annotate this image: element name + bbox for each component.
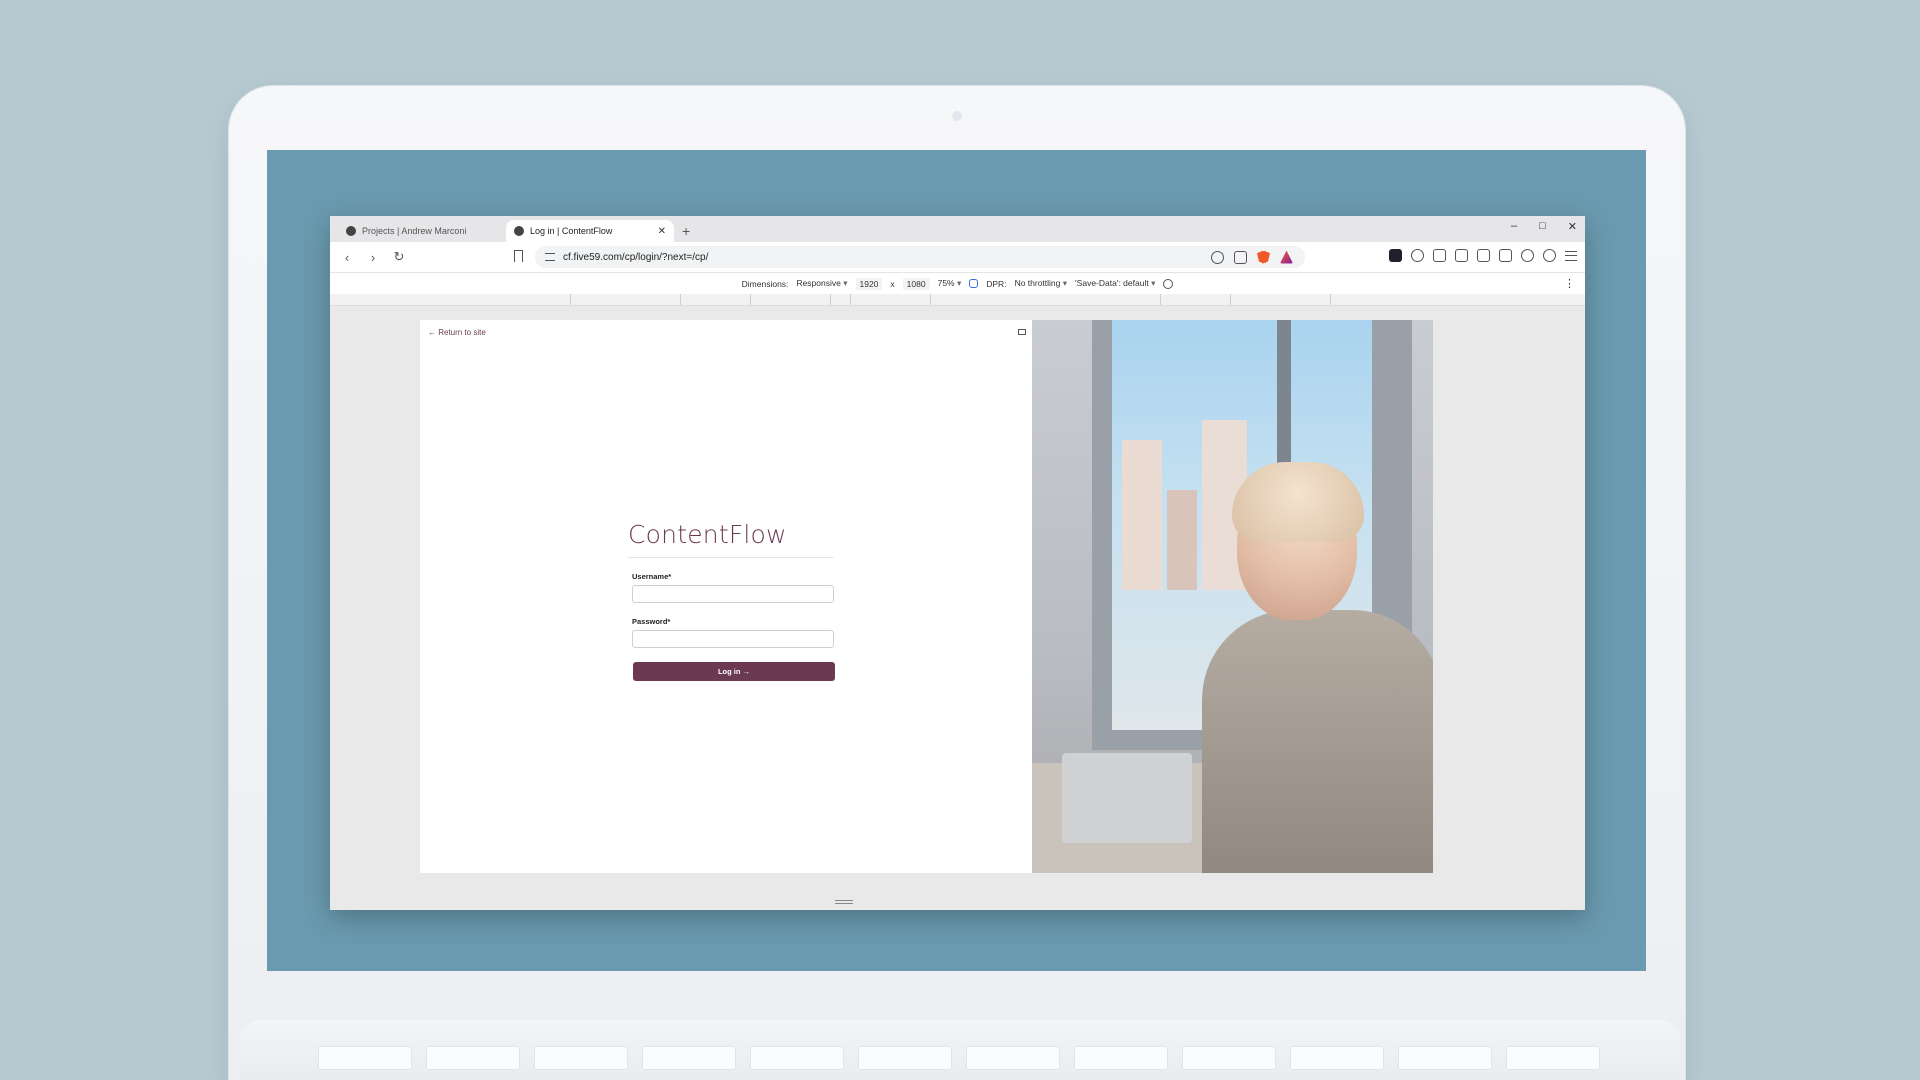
tab-label: Projects | Andrew Marconi — [362, 226, 467, 236]
address-bar[interactable]: cf.five59.com/cp/login/?next=/cp/ — [535, 246, 1305, 268]
person-body — [1202, 610, 1433, 873]
key — [534, 1046, 628, 1070]
key — [1290, 1046, 1384, 1070]
dpr-label: DPR: — [986, 278, 1007, 289]
desktop-icon — [1018, 329, 1026, 335]
tab-projects[interactable]: Projects | Andrew Marconi — [338, 220, 506, 242]
laptop-camera — [952, 111, 962, 121]
key — [1182, 1046, 1276, 1070]
leo-ai-icon[interactable] — [1521, 249, 1534, 262]
key — [642, 1046, 736, 1070]
login-panel: ← Return to site ContentFlow Username* P… — [420, 320, 1032, 873]
sidebar-icon[interactable] — [1477, 249, 1490, 262]
browser-toolbar: ‹ › ↻ cf.five59.com/cp/login/?next=/cp/ — [330, 242, 1585, 272]
keyboard-row — [318, 1046, 1600, 1070]
building — [1167, 490, 1197, 590]
dimensions-label: Dimensions: — [741, 278, 789, 289]
address-bar-actions — [1211, 250, 1293, 264]
media-query-ruler — [330, 294, 1585, 306]
zoom-select[interactable]: 75% — [938, 278, 962, 289]
brave-shields-icon[interactable] — [1257, 250, 1270, 264]
key — [750, 1046, 844, 1070]
key — [858, 1046, 952, 1070]
window-controls: – □ ✕ — [1511, 220, 1577, 233]
username-label: Username* — [632, 572, 672, 581]
key — [318, 1046, 412, 1070]
browser-window: Projects | Andrew Marconi Log in | Conte… — [330, 216, 1585, 910]
dpr-icon — [969, 279, 979, 288]
emulated-viewport: ← Return to site ContentFlow Username* P… — [330, 306, 1585, 910]
login-page: ← Return to site ContentFlow Username* P… — [420, 320, 1433, 873]
screenshot-icon[interactable] — [1433, 249, 1446, 262]
photo-laptop — [1062, 753, 1192, 843]
maximize-button[interactable]: □ — [1539, 220, 1546, 233]
building — [1122, 440, 1162, 590]
return-to-site-link[interactable]: ← Return to site — [428, 328, 486, 337]
tab-bar: Projects | Andrew Marconi Log in | Conte… — [330, 216, 1585, 242]
reload-button[interactable]: ↻ — [392, 249, 406, 265]
device-select[interactable]: Responsive — [796, 278, 847, 289]
site-settings-icon[interactable] — [545, 253, 555, 261]
extension-icon[interactable] — [1389, 249, 1402, 262]
password-key-icon[interactable] — [1211, 250, 1224, 264]
key — [1074, 1046, 1168, 1070]
password-field[interactable] — [632, 630, 834, 648]
bookmark-icon[interactable] — [514, 250, 523, 262]
forward-button[interactable]: › — [366, 250, 380, 265]
key — [426, 1046, 520, 1070]
height-input[interactable]: 1080 — [902, 277, 930, 290]
tab-label: Log in | ContentFlow — [530, 226, 613, 236]
login-button[interactable]: Log in → — [633, 662, 835, 681]
back-button[interactable]: ‹ — [340, 250, 354, 265]
rotate-icon[interactable] — [1163, 278, 1174, 289]
vpn-icon[interactable] — [1543, 249, 1556, 262]
brave-rewards-icon[interactable] — [1280, 250, 1293, 264]
share-icon[interactable] — [1234, 250, 1247, 264]
key — [966, 1046, 1060, 1070]
username-field[interactable] — [632, 585, 834, 603]
wallet-icon[interactable] — [1499, 249, 1512, 262]
new-tab-button[interactable]: + — [682, 220, 690, 242]
key — [1506, 1046, 1600, 1070]
device-toolbar: Dimensions: Responsive 1920 x 1080 75% D… — [330, 272, 1585, 294]
save-data-select[interactable]: 'Save-Data': default — [1075, 278, 1155, 289]
throttling-select[interactable]: No throttling — [1015, 278, 1067, 289]
resize-handle[interactable] — [835, 900, 853, 904]
width-input[interactable]: 1920 — [855, 277, 883, 290]
menu-icon[interactable] — [1565, 250, 1577, 261]
minimize-button[interactable]: – — [1511, 220, 1517, 233]
times-label: x — [890, 278, 895, 289]
extensions-area — [1389, 249, 1577, 262]
site-favicon-icon — [346, 226, 356, 236]
login-form: ContentFlow Username* Password* Log in → — [628, 520, 835, 681]
tab-close-icon[interactable]: ✕ — [658, 226, 666, 237]
tab-login[interactable]: Log in | ContentFlow ✕ — [506, 220, 674, 242]
laptop-screen: Projects | Andrew Marconi Log in | Conte… — [267, 150, 1646, 971]
person-hair — [1232, 462, 1364, 542]
brand-logo: ContentFlow — [628, 520, 834, 558]
close-window-button[interactable]: ✕ — [1568, 220, 1577, 233]
more-options-icon[interactable]: ⋮ — [1564, 277, 1575, 290]
puzzle-extensions-icon[interactable] — [1411, 249, 1424, 262]
globe-icon — [514, 226, 524, 236]
password-label: Password* — [632, 617, 671, 626]
person-figure — [1202, 462, 1433, 873]
url-text: cf.five59.com/cp/login/?next=/cp/ — [563, 251, 709, 263]
key — [1398, 1046, 1492, 1070]
hero-image — [1032, 320, 1433, 873]
download-icon[interactable] — [1455, 249, 1468, 262]
